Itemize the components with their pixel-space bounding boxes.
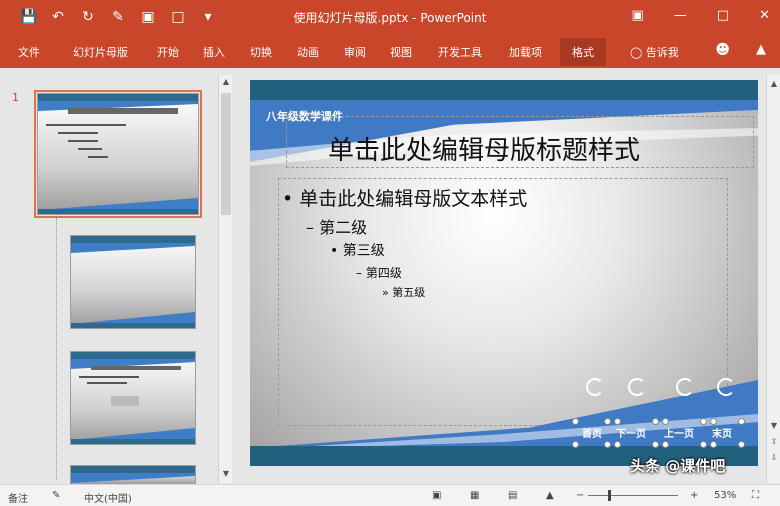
selection-handle[interactable] xyxy=(662,441,669,448)
next-slide-icon[interactable]: ⇩ xyxy=(767,453,780,462)
rotate-handle-icon[interactable] xyxy=(628,378,646,396)
zoom-slider-knob[interactable] xyxy=(608,490,611,501)
slide-number: 1 xyxy=(12,91,19,104)
layout-thumbnail[interactable] xyxy=(70,465,196,485)
tab-slide-master[interactable]: 幻灯片母版 xyxy=(73,44,128,60)
tab-format[interactable]: 格式 xyxy=(560,38,606,66)
zoom-level[interactable]: 53% xyxy=(714,490,736,501)
selection-handle[interactable] xyxy=(572,441,579,448)
zoom-out-icon[interactable]: − xyxy=(576,490,584,501)
tab-home[interactable]: 开始 xyxy=(157,44,179,60)
window-controls: ▣ — □ ✕ xyxy=(632,8,771,23)
selection-handle[interactable] xyxy=(700,418,707,425)
nav-last-button[interactable]: 末页 xyxy=(712,425,732,440)
previous-slide-icon[interactable]: ⇧ xyxy=(767,437,780,446)
nav-first-button[interactable]: 首页 xyxy=(582,425,602,440)
scroll-down-icon[interactable]: ▼ xyxy=(767,421,780,430)
text-level-1: • 单击此处编辑母版文本样式 xyxy=(282,188,528,210)
ribbon-tabs: 文件 幻灯片母版 开始 插入 切换 动画 审阅 视图 开发工具 加载项 格式 ◯… xyxy=(0,34,780,68)
selection-handle[interactable] xyxy=(710,441,717,448)
status-bar: 备注 ✎ 中文(中国) ▣ ▦ ▤ ▲ − + 53% ⛶ xyxy=(0,484,780,506)
scroll-up-icon[interactable]: ▲ xyxy=(219,77,233,86)
slideshow-icon[interactable]: ▲ xyxy=(546,490,554,501)
zoom-slider[interactable] xyxy=(588,495,678,496)
selection-handle[interactable] xyxy=(738,441,745,448)
scroll-down-icon[interactable]: ▼ xyxy=(219,469,233,478)
thumbnail-scrollbar[interactable]: ▲ ▼ xyxy=(218,75,232,483)
text-level-3: • 第三级 xyxy=(330,243,385,259)
rotate-handle-icon[interactable] xyxy=(717,378,735,396)
slide-sorter-icon[interactable]: ▦ xyxy=(470,490,479,501)
reading-view-icon[interactable]: ▤ xyxy=(508,490,517,501)
watermark: 头条 @课件吧 xyxy=(630,457,726,475)
selection-handle[interactable] xyxy=(652,418,659,425)
editor-scrollbar[interactable]: ▲ ▼ ⇧ ⇩ xyxy=(766,75,780,483)
tab-transitions[interactable]: 切换 xyxy=(250,44,272,60)
nav-next-button[interactable]: 下一页 xyxy=(616,425,646,440)
selection-handle[interactable] xyxy=(710,418,717,425)
selection-handle[interactable] xyxy=(614,441,621,448)
tab-file[interactable]: 文件 xyxy=(18,44,40,60)
ribbon-display-icon[interactable]: ▣ xyxy=(632,8,644,23)
nav-prev-button[interactable]: 上一页 xyxy=(664,425,694,440)
slide-title: 单击此处编辑母版标题样式 xyxy=(328,136,641,166)
tab-review[interactable]: 审阅 xyxy=(344,44,366,60)
text-level-4: – 第四级 xyxy=(356,266,402,280)
minimize-icon[interactable]: — xyxy=(674,8,687,23)
notes-button[interactable]: 备注 xyxy=(8,490,28,505)
scroll-thumb[interactable] xyxy=(221,93,231,215)
selection-handle[interactable] xyxy=(738,418,745,425)
layout-thumbnail[interactable] xyxy=(70,235,196,329)
tell-me-search[interactable]: ◯ 告诉我 xyxy=(630,44,679,60)
ribbon-collapse-icon[interactable]: ▲ xyxy=(756,42,766,57)
rotate-handle-icon[interactable] xyxy=(586,378,604,396)
master-thumbnail[interactable] xyxy=(34,90,202,218)
selection-handle[interactable] xyxy=(604,441,611,448)
close-icon[interactable]: ✕ xyxy=(759,8,770,23)
layout-connector xyxy=(56,218,57,480)
slide-canvas[interactable]: 八年级数学课件 单击此处编辑母版标题样式 • 单击此处编辑母版文本样式 – 第二… xyxy=(250,80,758,466)
language-indicator[interactable]: 中文(中国) xyxy=(84,490,132,505)
tab-animations[interactable]: 动画 xyxy=(297,44,319,60)
spelling-check-icon[interactable]: ✎ xyxy=(52,490,60,501)
selection-handle[interactable] xyxy=(652,441,659,448)
lightbulb-icon: ◯ xyxy=(630,46,643,59)
selection-handle[interactable] xyxy=(572,418,579,425)
scroll-up-icon[interactable]: ▲ xyxy=(767,79,780,88)
maximize-icon[interactable]: □ xyxy=(717,8,729,23)
layout-thumbnail[interactable] xyxy=(70,351,196,445)
selection-handle[interactable] xyxy=(614,418,621,425)
tab-view[interactable]: 视图 xyxy=(390,44,412,60)
account-icon[interactable]: ☻ xyxy=(715,42,730,58)
tab-addins[interactable]: 加载项 xyxy=(509,44,542,60)
tab-insert[interactable]: 插入 xyxy=(203,44,225,60)
title-bar: 💾 ↶ ↻ ✎ ▣ □ ▾ 使用幻灯片母版.pptx - PowerPoint … xyxy=(0,0,780,34)
fit-to-window-icon[interactable]: ⛶ xyxy=(752,490,759,501)
rotate-handle-icon[interactable] xyxy=(676,378,694,396)
selection-handle[interactable] xyxy=(604,418,611,425)
zoom-in-icon[interactable]: + xyxy=(690,490,698,501)
normal-view-icon[interactable]: ▣ xyxy=(432,490,441,501)
text-level-5: » 第五级 xyxy=(382,286,426,299)
selection-handle[interactable] xyxy=(662,418,669,425)
tab-developer[interactable]: 开发工具 xyxy=(438,44,482,60)
slide-thumbnail-pane: 1 ▲ ▼ xyxy=(0,75,233,485)
selection-handle[interactable] xyxy=(700,441,707,448)
text-level-2: – 第二级 xyxy=(306,218,368,237)
